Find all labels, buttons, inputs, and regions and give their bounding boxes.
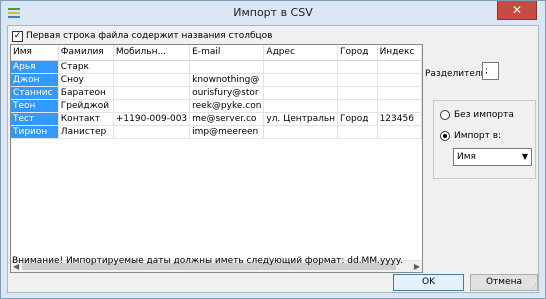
table-cell[interactable]: Тирион xyxy=(11,125,59,139)
column-header[interactable]: Имя xyxy=(11,45,59,61)
table-cell[interactable]: +1190-009-003 xyxy=(113,112,191,126)
table-cell[interactable] xyxy=(263,99,339,113)
no-import-radio[interactable] xyxy=(440,110,450,120)
separator-label: Разделитель xyxy=(425,69,486,79)
separator-input[interactable]: ; xyxy=(482,62,499,80)
first-row-headers-label: Первая строка файла содержит названия ст… xyxy=(26,31,273,41)
table-cell[interactable] xyxy=(337,60,378,74)
table-cell[interactable]: Сноу xyxy=(58,73,114,87)
column-header[interactable]: Индекс xyxy=(377,45,422,61)
table-cell[interactable]: Баратеон xyxy=(58,86,114,100)
table-cell[interactable]: me@server.co xyxy=(189,112,265,126)
window-title: Импорт в CSV xyxy=(233,6,313,19)
dialog-body: ✓ Первая строка файла содержит названия … xyxy=(7,25,539,293)
import-mode-group: Без импорта Импорт в: Имя ▼ xyxy=(433,100,536,179)
chevron-down-icon: ▼ xyxy=(521,152,528,161)
table-row[interactable]: Станнис Баратеон ourisfury@stor xyxy=(11,86,422,100)
first-row-headers-checkbox[interactable]: ✓ xyxy=(12,30,23,42)
table-cell[interactable]: Контакт xyxy=(58,112,114,126)
table-cell[interactable] xyxy=(377,125,422,139)
preview-table: Имя Фамилия Мобильн... E-mail Адрес Город Инде… xyxy=(11,45,422,139)
preview-grid[interactable]: Имя Фамилия Мобильн... E-mail Адрес Город Инде… xyxy=(10,44,423,273)
scroll-right-icon[interactable]: ▶ xyxy=(414,261,420,272)
table-cell[interactable]: 123456 xyxy=(377,112,422,126)
table-cell[interactable] xyxy=(263,60,339,74)
ok-button[interactable]: OK xyxy=(393,274,464,291)
table-cell[interactable]: Город xyxy=(337,112,378,126)
table-cell[interactable]: Старк xyxy=(58,60,114,74)
column-header[interactable]: Адрес xyxy=(263,45,339,61)
table-cell[interactable]: ourisfury@stor xyxy=(189,86,265,100)
title-bar: Импорт в CSV ✕ xyxy=(1,1,545,25)
resize-grip-icon[interactable]: ⋰ xyxy=(530,283,537,291)
no-import-option[interactable]: Без импорта xyxy=(440,110,514,120)
table-cell[interactable]: Станнис xyxy=(11,86,59,100)
column-header[interactable]: E-mail xyxy=(189,45,265,61)
table-cell[interactable] xyxy=(377,73,422,87)
table-row[interactable]: Тирион Ланистер imp@meereen xyxy=(11,125,422,139)
table-cell[interactable]: Тест xyxy=(11,112,59,126)
table-cell[interactable]: Грейджой xyxy=(58,99,114,113)
table-cell[interactable]: knownothing@ xyxy=(189,73,265,87)
table-cell[interactable]: Теон xyxy=(11,99,59,113)
table-cell[interactable] xyxy=(113,86,191,100)
no-import-label: Без импорта xyxy=(454,110,514,120)
table-cell[interactable] xyxy=(263,86,339,100)
table-cell[interactable]: Ланистер xyxy=(58,125,114,139)
column-header[interactable]: Фамилия xyxy=(58,45,114,61)
table-cell[interactable] xyxy=(337,73,378,87)
column-header[interactable]: Мобильн... xyxy=(113,45,191,61)
close-button[interactable]: ✕ xyxy=(497,1,537,20)
date-format-note: Внимание! Импортируемые даты должны имет… xyxy=(12,256,403,266)
table-cell[interactable] xyxy=(263,73,339,87)
table-cell[interactable] xyxy=(337,125,378,139)
table-cell[interactable] xyxy=(377,99,422,113)
first-row-headers-option[interactable]: ✓ Первая строка файла содержит названия … xyxy=(12,29,272,43)
table-cell[interactable] xyxy=(113,99,191,113)
table-cell[interactable] xyxy=(189,60,265,74)
table-cell[interactable] xyxy=(113,73,191,87)
import-csv-dialog: Импорт в CSV ✕ ✓ Первая строка файла сод… xyxy=(0,0,546,299)
target-field-select[interactable]: Имя ▼ xyxy=(453,148,532,166)
table-row[interactable]: Тест Контакт +1190-009-003 me@server.co ул. … xyxy=(11,112,422,126)
table-cell[interactable] xyxy=(377,86,422,100)
table-cell[interactable] xyxy=(337,99,378,113)
import-to-radio[interactable] xyxy=(440,131,450,141)
import-to-label: Импорт в: xyxy=(454,131,502,141)
table-cell[interactable]: reek@pyke.con xyxy=(189,99,265,113)
table-cell[interactable]: imp@meereen xyxy=(189,125,265,139)
table-row[interactable]: Теон Грейджой reek@pyke.con xyxy=(11,99,422,113)
column-header[interactable]: Город xyxy=(337,45,378,61)
table-cell[interactable]: Джон xyxy=(11,73,59,87)
table-cell[interactable] xyxy=(113,60,191,74)
table-cell[interactable] xyxy=(263,125,339,139)
table-cell[interactable] xyxy=(377,60,422,74)
table-row[interactable]: Джон Сноу knownothing@ xyxy=(11,73,422,87)
table-row[interactable]: Арья Старк xyxy=(11,60,422,74)
table-cell[interactable]: Арья xyxy=(11,60,59,74)
table-cell[interactable]: ул. Центральн xyxy=(263,112,339,126)
cancel-button[interactable]: Отмена xyxy=(470,274,538,291)
import-to-option[interactable]: Импорт в: xyxy=(440,131,501,141)
target-field-value: Имя xyxy=(457,152,476,162)
table-cell[interactable] xyxy=(337,86,378,100)
table-cell[interactable] xyxy=(113,125,191,139)
